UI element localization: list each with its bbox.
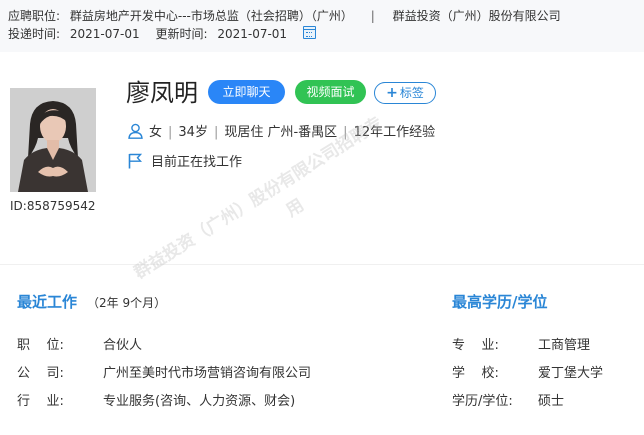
work-position-label: 职 位: — [17, 338, 64, 353]
avatar — [10, 88, 96, 192]
plus-icon: + — [386, 85, 398, 101]
flag-icon — [128, 153, 143, 173]
calendar-icon[interactable] — [302, 26, 316, 39]
chat-now-button[interactable]: 立即聊天 — [208, 80, 285, 104]
work-duration: （2年 9个月） — [87, 296, 167, 310]
update-time-label: 更新时间: — [155, 27, 208, 41]
update-time-value: 2021-07-01 — [217, 27, 288, 41]
recent-work-title: 最近工作 — [17, 293, 78, 311]
residence: 现居住 广州-番禺区 — [224, 125, 338, 140]
age: 34岁 — [178, 125, 208, 140]
work-company-value: 广州至美时代市场营销咨询有限公司 — [103, 366, 312, 381]
add-tag-label: 标签 — [399, 86, 424, 100]
gender: 女 — [149, 125, 163, 140]
position-label: 应聘职位: — [8, 9, 61, 23]
submit-time-value: 2021-07-01 — [69, 27, 140, 41]
recent-work-heading: 最近工作 （2年 9个月） — [17, 291, 166, 312]
education-heading: 最高学历/学位 — [452, 293, 548, 311]
degree-label: 学历/学位: — [452, 394, 513, 409]
job-status: 目前正在找工作 — [151, 155, 243, 170]
video-interview-button[interactable]: 视频面试 — [295, 80, 366, 104]
candidate-name: 廖凤明 — [126, 79, 198, 107]
work-industry-value: 专业服务(咨询、人力资源、财会) — [103, 394, 296, 409]
job-status-row: 目前正在找工作 — [128, 151, 242, 173]
submit-time-label: 投递时间: — [8, 27, 61, 41]
school-label: 学 校: — [452, 366, 499, 381]
work-position-value: 合伙人 — [103, 338, 143, 353]
candidate-id: ID:858759542 — [10, 199, 96, 213]
section-divider — [0, 264, 644, 265]
add-tag-button[interactable]: + 标签 — [374, 82, 436, 104]
work-company-label: 公 司: — [17, 366, 64, 381]
application-info-bar: 应聘职位: 群益房地产开发中心---市场总监（社会招聘）（广州） | 群益投资（… — [0, 0, 644, 52]
watermark-tail: 用 — [282, 195, 308, 222]
school-value: 爱丁堡大学 — [538, 366, 604, 381]
work-experience: 12年工作经验 — [353, 125, 436, 140]
degree-value: 硕士 — [538, 394, 565, 409]
work-industry-label: 行 业: — [17, 394, 64, 409]
header-separator: | — [370, 9, 375, 23]
application-position-row: 应聘职位: 群益房地产开发中心---市场总监（社会招聘）（广州） | 群益投资（… — [8, 7, 561, 24]
major-label: 专 业: — [452, 338, 499, 353]
person-icon — [128, 123, 143, 143]
position-value: 群益房地产开发中心---市场总监（社会招聘）（广州） — [69, 9, 353, 23]
application-time-row: 投递时间: 2021-07-01 更新时间: 2021-07-01 — [8, 25, 316, 42]
major-value: 工商管理 — [538, 338, 591, 353]
company-name: 群益投资（广州）股份有限公司 — [392, 9, 561, 23]
basic-info-row: 女 | 34岁 | 现居住 广州-番禺区 | 12年工作经验 — [128, 121, 435, 143]
